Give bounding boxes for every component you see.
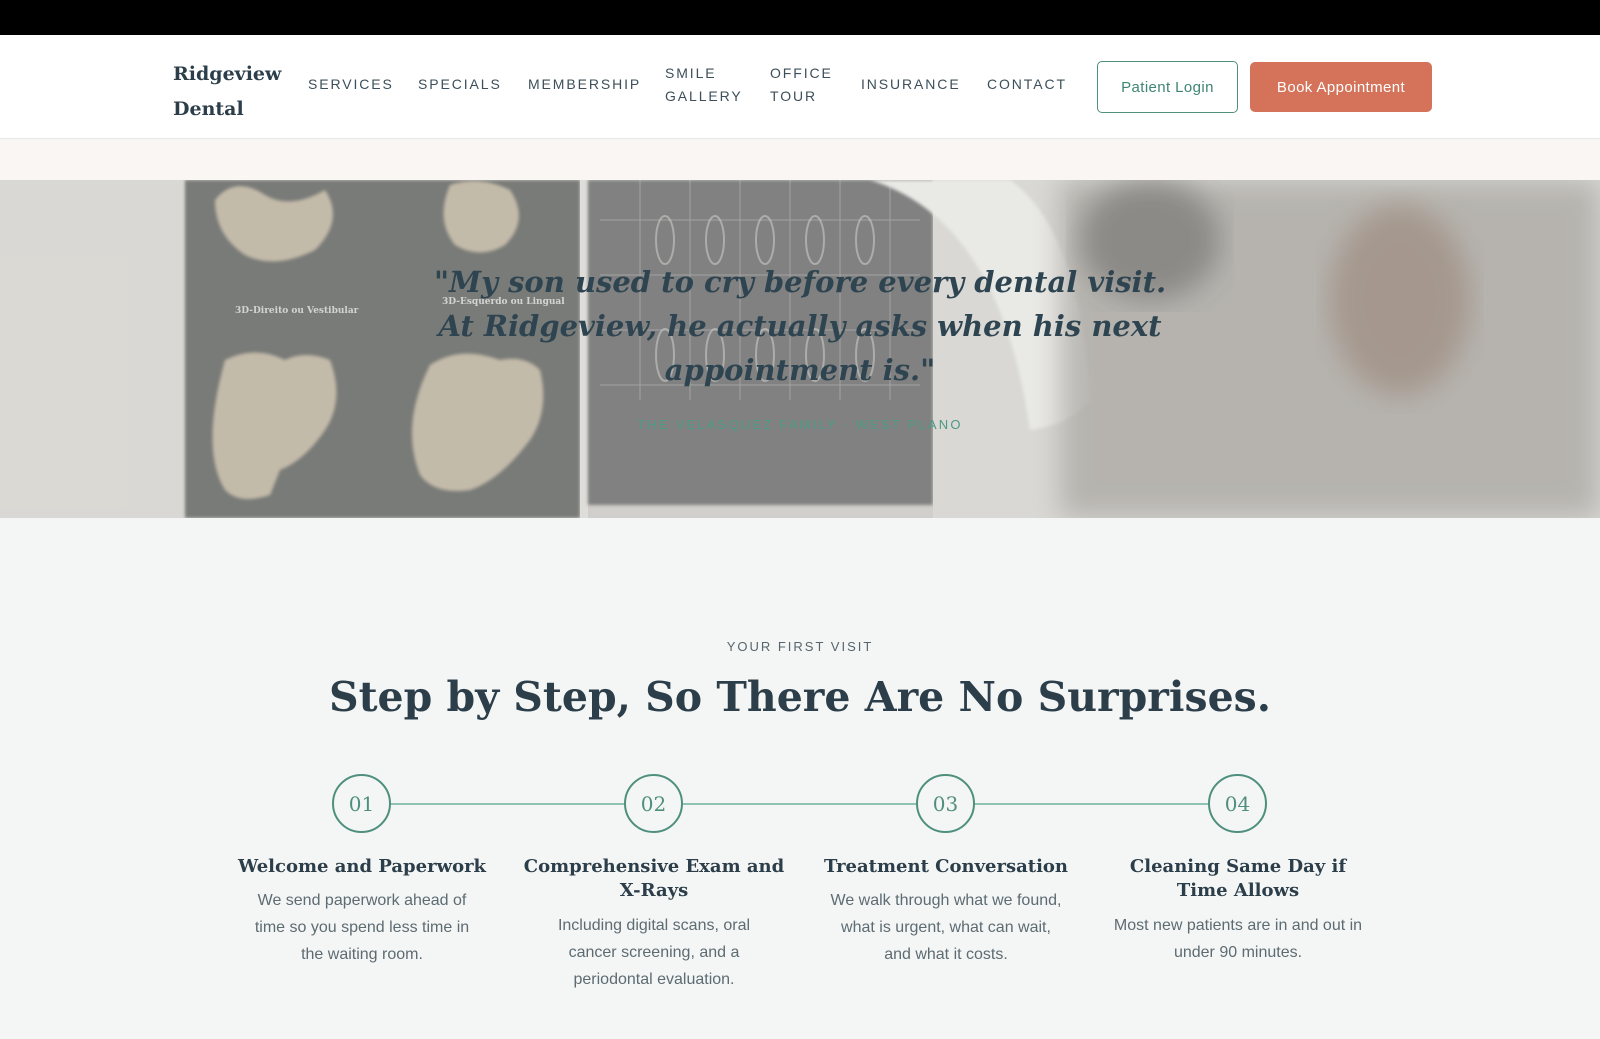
step-number-badge: 01 [332, 774, 391, 833]
nav-item-office-tour[interactable]: OFFICE TOUR [770, 62, 834, 108]
nav-item-smile-gallery[interactable]: SMILE GALLERY [665, 62, 743, 108]
book-appointment-button[interactable]: Book Appointment [1250, 62, 1432, 112]
testimonial-attribution: THE VELASQUEZ FAMILY · WEST PLANO [637, 417, 963, 432]
step-number-badge: 03 [916, 774, 975, 833]
step-title: Treatment Conversation [823, 856, 1069, 877]
nav-item-specials[interactable]: SPECIALS [418, 73, 502, 96]
browser-top-bar [0, 0, 1600, 35]
nav-item-insurance[interactable]: INSURANCE [861, 73, 961, 96]
step-title: Comprehensive Exam and X-Rays [523, 856, 785, 901]
step-description: Most new patients are in and out in unde… [1113, 917, 1363, 961]
step-number-badge: 04 [1208, 774, 1267, 833]
step-description: We send paperwork ahead of time so you s… [254, 892, 470, 963]
section-title: Step by Step, So There Are No Surprises. [328, 673, 1272, 721]
site-header: Ridgeview Dental SERVICES SPECIALS MEMBE… [0, 35, 1600, 139]
patient-login-button[interactable]: Patient Login [1097, 61, 1238, 113]
steps-connector-line [362, 803, 1238, 805]
step-title: Cleaning Same Day if Time Allows [1129, 856, 1347, 901]
nav-item-services[interactable]: SERVICES [308, 73, 394, 96]
step-number-badge: 02 [624, 774, 683, 833]
testimonial-hero: 3D-Direito ou Vestibular 3D-Esquerdo ou … [0, 180, 1600, 518]
nav-item-contact[interactable]: CONTACT [987, 73, 1067, 96]
step-title: Welcome and Paperwork [237, 856, 487, 877]
step-description: We walk through what we found, what is u… [830, 892, 1062, 963]
testimonial-quote: "My son used to cry before every dental … [433, 265, 1167, 387]
nav-item-membership[interactable]: MEMBERSHIP [528, 73, 641, 96]
brand-logo[interactable]: Ridgeview Dental [173, 57, 283, 127]
step-description: Including digital scans, oral cancer scr… [557, 917, 751, 988]
section-eyebrow: YOUR FIRST VISIT [726, 639, 874, 654]
header-spacer [0, 140, 1600, 180]
